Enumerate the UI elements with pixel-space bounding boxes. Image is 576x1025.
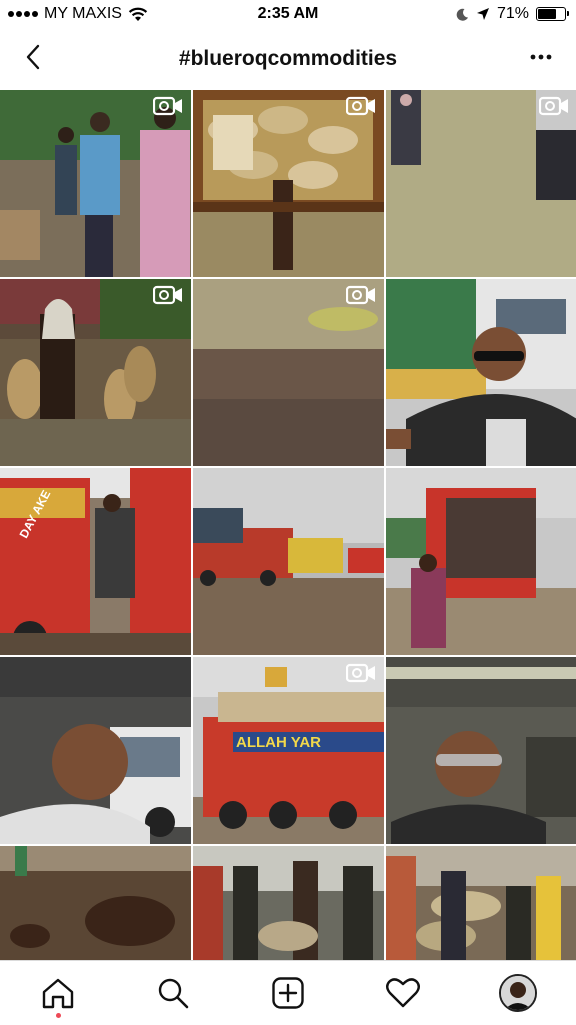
post-thumbnail[interactable]: [193, 846, 384, 960]
video-badge-icon: [346, 663, 375, 683]
svg-text:ALLAH YAR: ALLAH YAR: [236, 734, 321, 751]
video-badge-icon: [346, 96, 375, 116]
status-bar: MY MAXIS 2:35 AM 71%: [0, 0, 576, 30]
post-thumbnail[interactable]: [0, 90, 191, 277]
post-thumbnail[interactable]: [386, 468, 576, 655]
video-badge-icon: [346, 285, 375, 305]
search-icon: [158, 978, 189, 1009]
location-arrow-icon: [476, 8, 489, 20]
post-thumbnail[interactable]: [193, 279, 384, 466]
chevron-left-icon: [26, 44, 40, 70]
more-horizontal-icon: [530, 54, 552, 60]
post-thumbnail[interactable]: [193, 468, 384, 655]
page-header: #blueroqcommodities: [0, 30, 576, 88]
tab-profile[interactable]: [461, 961, 576, 1025]
status-right: 71%: [456, 5, 569, 23]
battery-level: [538, 9, 556, 19]
post-grid: DAY AKE ALLAH YAR: [0, 90, 576, 960]
profile-avatar-icon: [499, 974, 538, 1012]
post-thumbnail[interactable]: [0, 657, 191, 844]
tab-search[interactable]: [115, 961, 230, 1025]
post-thumbnail[interactable]: ALLAH YAR: [193, 657, 384, 844]
page-title: #blueroqcommodities: [178, 47, 398, 70]
video-badge-icon: [539, 96, 568, 116]
tab-home[interactable]: [0, 961, 115, 1025]
post-thumbnail[interactable]: [386, 90, 576, 277]
truck-sign-day-ake: DAY AKE: [17, 488, 54, 541]
home-icon: [42, 978, 73, 1009]
active-indicator-dot: [55, 1013, 61, 1018]
battery-percent: 71%: [496, 5, 529, 22]
post-thumbnail[interactable]: [0, 846, 191, 960]
add-square-icon: [272, 977, 304, 1009]
post-thumbnail[interactable]: [193, 90, 384, 277]
more-options-button[interactable]: [526, 42, 556, 72]
battery-icon: [536, 7, 569, 21]
tab-activity[interactable]: [346, 961, 461, 1025]
heart-icon: [386, 978, 421, 1008]
post-thumbnail[interactable]: DAY AKE: [0, 468, 191, 655]
moon-icon: [456, 8, 468, 21]
video-badge-icon: [153, 285, 182, 305]
post-thumbnail[interactable]: [386, 279, 576, 466]
bottom-tab-bar: [0, 960, 576, 1025]
svg-text:DAY AKE: DAY AKE: [17, 488, 54, 541]
post-thumbnail[interactable]: [0, 279, 191, 466]
tab-new-post[interactable]: [230, 961, 345, 1025]
back-button[interactable]: [18, 42, 48, 72]
truck-sign-allah-yar: ALLAH YAR: [236, 734, 321, 751]
video-badge-icon: [153, 96, 182, 116]
post-thumbnail[interactable]: [386, 846, 576, 960]
post-thumbnail[interactable]: [386, 657, 576, 844]
